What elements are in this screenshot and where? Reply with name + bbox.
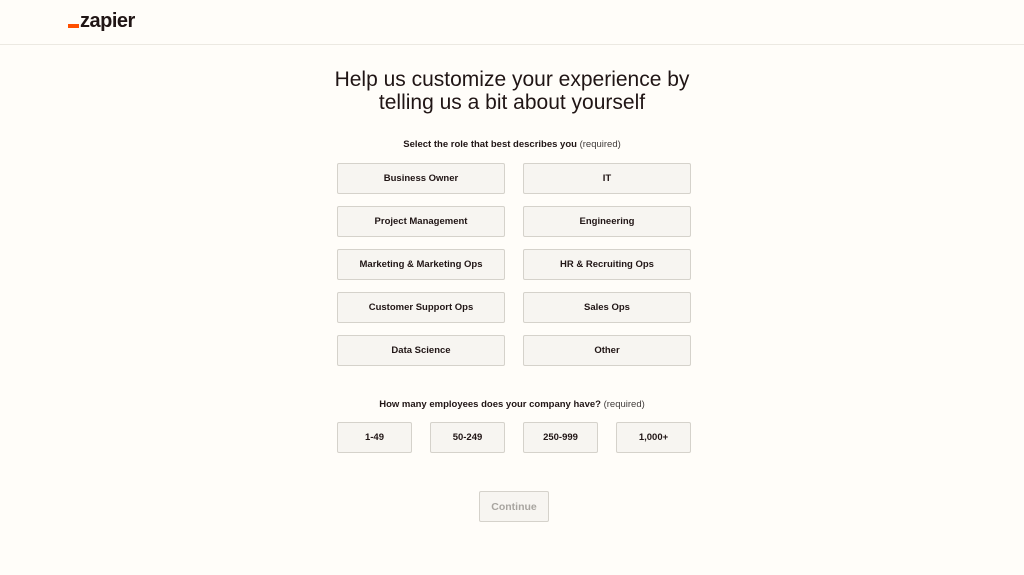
page-title-line-1: Help us customize your experience by (334, 68, 690, 91)
size-option-1-49[interactable]: 1-49 (337, 422, 412, 453)
company-size-options: 1-49 50-249 250-999 1,000+ (337, 422, 691, 453)
page-title-line-2: telling us a bit about yourself (378, 91, 646, 114)
role-option-business-owner[interactable]: Business Owner (337, 163, 505, 194)
company-size-question-label: How many employees does your company hav… (379, 399, 601, 410)
logo-wordmark: zapier (80, 10, 135, 32)
company-size-required-note: (required) (603, 399, 645, 410)
role-question-label: Select the role that best describes you (403, 139, 577, 150)
role-option-sales-ops[interactable]: Sales Ops (523, 292, 691, 323)
page-title: Help us customize your experience by tel… (0, 68, 1024, 114)
role-options: Business Owner IT Project Management Eng… (337, 163, 691, 366)
logo-underscore-mark (68, 24, 79, 28)
role-option-data-science[interactable]: Data Science (337, 335, 505, 366)
role-option-engineering[interactable]: Engineering (523, 206, 691, 237)
role-option-hr-recruiting-ops[interactable]: HR & Recruiting Ops (523, 249, 691, 280)
role-required-note: (required) (579, 139, 621, 150)
size-option-50-249[interactable]: 50-249 (430, 422, 505, 453)
continue-button[interactable]: Continue (479, 491, 549, 522)
role-option-project-management[interactable]: Project Management (337, 206, 505, 237)
company-size-question: How many employees does your company hav… (0, 399, 1024, 410)
zapier-logo[interactable]: zapier (68, 11, 135, 31)
role-option-other[interactable]: Other (523, 335, 691, 366)
role-option-customer-support-ops[interactable]: Customer Support Ops (337, 292, 505, 323)
role-option-marketing-ops[interactable]: Marketing & Marketing Ops (337, 249, 505, 280)
top-bar: zapier (0, 0, 1024, 45)
size-option-250-999[interactable]: 250-999 (523, 422, 598, 453)
role-question: Select the role that best describes you … (0, 139, 1024, 150)
size-option-1000-plus[interactable]: 1,000+ (616, 422, 691, 453)
role-option-it[interactable]: IT (523, 163, 691, 194)
